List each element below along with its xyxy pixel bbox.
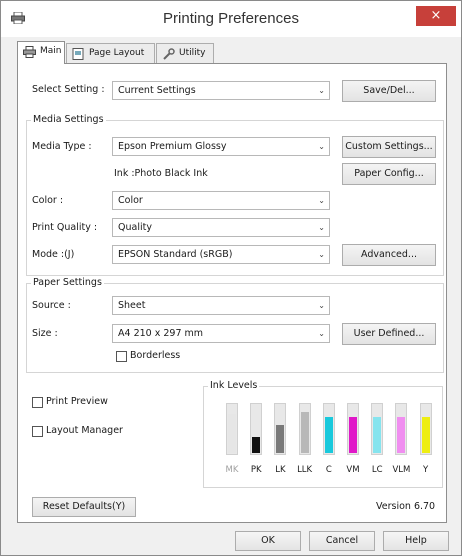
ink-label-lc: LC [371,465,383,475]
ink-type-text: Ink :Photo Black Ink [114,168,208,179]
ink-cartridge-lk [274,403,287,455]
custom-settings-button[interactable]: Custom Settings... [342,136,436,158]
source-value: Sheet [118,300,146,311]
ink-label-lk: LK [275,465,286,475]
window-title: Printing Preferences [163,10,299,27]
ink-level-fill [228,414,236,453]
select-setting-value: Current Settings [118,85,196,96]
ink-label-y: Y [422,465,429,475]
color-value: Color [118,195,143,206]
ink-label-mk: MK [225,465,239,475]
size-label: Size : [32,328,58,339]
source-dropdown[interactable]: Sheet ⌄ [112,296,330,315]
chevron-down-icon: ⌄ [318,250,325,259]
page-layout-icon [72,48,84,60]
user-defined-button[interactable]: User Defined... [342,323,436,345]
main-tab-panel: Select Setting : Current Settings ⌄ Save… [17,63,447,523]
select-setting-dropdown[interactable]: Current Settings ⌄ [112,81,330,100]
ink-cartridge-vlm [395,403,408,455]
ink-level-fill [324,417,333,453]
mode-label: Mode :(J) [32,249,75,260]
color-dropdown[interactable]: Color ⌄ [112,191,330,210]
ink-levels-title: Ink Levels [208,380,260,391]
paper-config-button[interactable]: Paper Config... [342,163,436,185]
ink-cartridge-vm [347,403,359,455]
ink-label-c: C [325,465,332,475]
chevron-down-icon: ⌄ [318,223,325,232]
print-preview-label[interactable]: Print Preview [46,396,108,407]
media-type-dropdown[interactable]: Epson Premium Glossy ⌄ [112,137,330,156]
ink-cartridge-mk [226,403,238,455]
ink-cartridge-llk [298,403,311,455]
ink-cartridge-c [322,403,335,455]
ok-button[interactable]: OK [235,531,301,551]
ink-level-fill [252,437,261,453]
print-quality-dropdown[interactable]: Quality ⌄ [112,218,330,237]
paper-settings-title: Paper Settings [31,277,104,288]
ink-level-fill [276,425,285,453]
chevron-down-icon: ⌄ [318,329,325,338]
printing-preferences-window: Printing Preferences × Main Page Layout [0,0,462,556]
save-del-button[interactable]: Save/Del... [342,80,436,102]
tab-utility[interactable]: Utility [156,43,214,63]
select-setting-label: Select Setting : [32,84,105,95]
tab-utility-label: Utility [179,48,206,58]
source-label: Source : [32,300,71,311]
layout-manager-checkbox[interactable] [32,426,43,437]
ink-label-vlm: VLM [392,465,411,475]
color-label: Color : [32,195,64,206]
ink-level-fill [349,417,357,453]
print-quality-label: Print Quality : [32,222,98,233]
printer-icon [23,46,36,58]
ink-level-fill [397,417,406,453]
chevron-down-icon: ⌄ [318,301,325,310]
ink-cartridge-lc [371,403,384,455]
print-preview-checkbox[interactable] [32,397,43,408]
reset-defaults-button[interactable]: Reset Defaults(Y) [32,497,136,517]
tab-page-layout-label: Page Layout [89,48,145,58]
ink-cartridge-pk [250,403,263,455]
ink-label-pk: PK [250,465,262,475]
chevron-down-icon: ⌄ [318,196,325,205]
ink-label-llk: LLK [297,465,313,475]
tab-main-label: Main [40,46,62,56]
size-value: A4 210 x 297 mm [118,328,204,339]
media-type-label: Media Type : [32,141,92,152]
version-label: Version 6.70 [376,501,436,512]
ink-level-fill [300,412,309,453]
cancel-button[interactable]: Cancel [309,531,375,551]
advanced-button[interactable]: Advanced... [342,244,436,266]
print-quality-value: Quality [118,222,152,233]
wrench-icon [163,48,175,60]
mode-value: EPSON Standard (sRGB) [118,249,233,260]
ink-level-fill [373,417,382,453]
borderless-label[interactable]: Borderless [130,350,180,361]
layout-manager-label[interactable]: Layout Manager [46,425,123,436]
tab-page-layout[interactable]: Page Layout [66,43,155,63]
borderless-checkbox[interactable] [116,351,127,362]
ink-level-fill [421,417,430,453]
chevron-down-icon: ⌄ [318,86,325,95]
close-button[interactable]: × [416,6,456,26]
help-button[interactable]: Help [383,531,449,551]
title-bar[interactable]: Printing Preferences × [1,1,461,37]
size-dropdown[interactable]: A4 210 x 297 mm ⌄ [112,324,330,343]
ink-label-vm: VM [346,465,360,475]
mode-dropdown[interactable]: EPSON Standard (sRGB) ⌄ [112,245,330,264]
ink-cartridge-y [419,403,432,455]
tab-main[interactable]: Main [17,41,65,64]
chevron-down-icon: ⌄ [318,142,325,151]
media-settings-title: Media Settings [31,114,106,125]
media-type-value: Epson Premium Glossy [118,141,227,152]
